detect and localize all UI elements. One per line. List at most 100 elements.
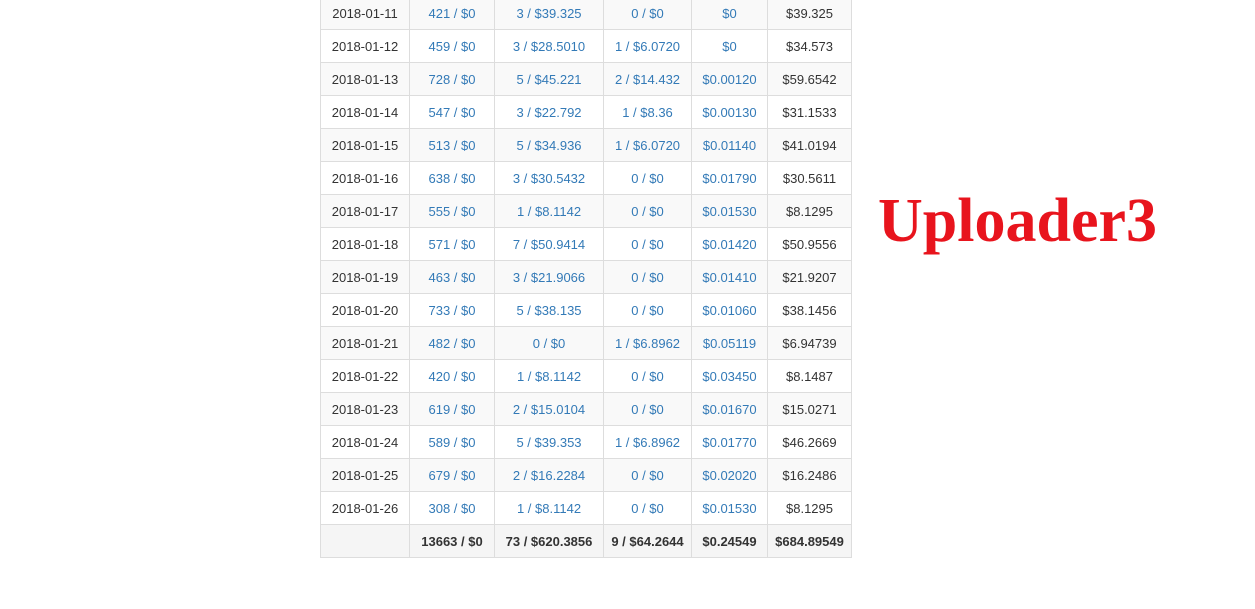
cell-refunds-link[interactable]: 1 / $6.0720 [603,128,692,162]
daily-stats-table: 2018-01-11 421 / $0 3 / $39.325 0 / $0 $0 $39… [320,0,852,558]
cell-date: 2018-01-14 [320,95,410,129]
cell-total: $39.325 [767,0,852,30]
cell-views-link[interactable]: 420 / $0 [409,359,495,393]
cell-total: $30.5611 [767,161,852,195]
cell-total: $59.6542 [767,62,852,96]
cell-views-link[interactable]: 589 / $0 [409,425,495,459]
total-ads: $0.24549 [691,524,768,558]
cell-views-link[interactable]: 513 / $0 [409,128,495,162]
cell-sales-link[interactable]: 0 / $0 [494,326,604,360]
cell-sales-link[interactable]: 7 / $50.9414 [494,227,604,261]
cell-total: $46.2669 [767,425,852,459]
cell-views-link[interactable]: 547 / $0 [409,95,495,129]
cell-total: $21.9207 [767,260,852,294]
cell-ads-link[interactable]: $0.00120 [691,62,768,96]
cell-sales-link[interactable]: 3 / $21.9066 [494,260,604,294]
cell-sales-link[interactable]: 1 / $8.1142 [494,359,604,393]
cell-date: 2018-01-24 [320,425,410,459]
cell-views-link[interactable]: 555 / $0 [409,194,495,228]
cell-ads-link[interactable]: $0.01530 [691,194,768,228]
cell-total: $41.0194 [767,128,852,162]
cell-sales-link[interactable]: 3 / $22.792 [494,95,604,129]
cell-date: 2018-01-19 [320,260,410,294]
cell-date: 2018-01-22 [320,359,410,393]
table-row: 2018-01-21 482 / $0 0 / $0 1 / $6.8962 $0.05… [320,326,852,360]
cell-date: 2018-01-13 [320,62,410,96]
cell-total: $34.573 [767,29,852,63]
cell-sales-link[interactable]: 5 / $34.936 [494,128,604,162]
cell-sales-link[interactable]: 5 / $38.135 [494,293,604,327]
cell-date: 2018-01-17 [320,194,410,228]
table-row: 2018-01-24 589 / $0 5 / $39.353 1 / $6.8962… [320,425,852,459]
cell-views-link[interactable]: 308 / $0 [409,491,495,525]
cell-views-link[interactable]: 619 / $0 [409,392,495,426]
cell-refunds-link[interactable]: 1 / $8.36 [603,95,692,129]
cell-sales-link[interactable]: 3 / $30.5432 [494,161,604,195]
cell-views-link[interactable]: 463 / $0 [409,260,495,294]
table-row: 2018-01-20 733 / $0 5 / $38.135 0 / $0 $0.01… [320,293,852,327]
cell-views-link[interactable]: 638 / $0 [409,161,495,195]
cell-ads-link[interactable]: $0.00130 [691,95,768,129]
cell-date: 2018-01-16 [320,161,410,195]
cell-refunds-link[interactable]: 0 / $0 [603,227,692,261]
total-sales: 73 / $620.3856 [494,524,604,558]
cell-sales-link[interactable]: 1 / $8.1142 [494,491,604,525]
cell-ads-link[interactable]: $0.01420 [691,227,768,261]
table-row: 2018-01-19 463 / $0 3 / $21.9066 0 / $0 $0.0… [320,260,852,294]
cell-total: $31.1533 [767,95,852,129]
cell-refunds-link[interactable]: 0 / $0 [603,194,692,228]
cell-refunds-link[interactable]: 0 / $0 [603,293,692,327]
cell-date: 2018-01-26 [320,491,410,525]
table-row: 2018-01-25 679 / $0 2 / $16.2284 0 / $0 $0.0… [320,458,852,492]
cell-ads-link[interactable]: $0.01670 [691,392,768,426]
cell-sales-link[interactable]: 1 / $8.1142 [494,194,604,228]
cell-ads-link[interactable]: $0.03450 [691,359,768,393]
daily-stats-body: 2018-01-11 421 / $0 3 / $39.325 0 / $0 $0 $39… [320,0,852,558]
cell-ads-link[interactable]: $0.01410 [691,260,768,294]
cell-views-link[interactable]: 733 / $0 [409,293,495,327]
cell-total: $38.1456 [767,293,852,327]
cell-refunds-link[interactable]: 0 / $0 [603,392,692,426]
cell-views-link[interactable]: 571 / $0 [409,227,495,261]
cell-refunds-link[interactable]: 0 / $0 [603,0,692,30]
cell-refunds-link[interactable]: 2 / $14.432 [603,62,692,96]
cell-ads-link[interactable]: $0.01530 [691,491,768,525]
cell-total: $8.1487 [767,359,852,393]
cell-refunds-link[interactable]: 0 / $0 [603,491,692,525]
cell-sales-link[interactable]: 3 / $39.325 [494,0,604,30]
cell-ads-link[interactable]: $0.02020 [691,458,768,492]
cell-sales-link[interactable]: 2 / $16.2284 [494,458,604,492]
cell-ads-link[interactable]: $0.01060 [691,293,768,327]
cell-ads-link[interactable]: $0.01140 [691,128,768,162]
cell-sales-link[interactable]: 2 / $15.0104 [494,392,604,426]
cell-total: $15.0271 [767,392,852,426]
cell-sales-link[interactable]: 5 / $45.221 [494,62,604,96]
cell-views-link[interactable]: 421 / $0 [409,0,495,30]
cell-sales-link[interactable]: 5 / $39.353 [494,425,604,459]
cell-refunds-link[interactable]: 0 / $0 [603,359,692,393]
cell-refunds-link[interactable]: 1 / $6.8962 [603,425,692,459]
cell-ads-link[interactable]: $0.05119 [691,326,768,360]
cell-refunds-link[interactable]: 0 / $0 [603,260,692,294]
cell-ads-link[interactable]: $0.01790 [691,161,768,195]
cell-ads-link[interactable]: $0 [691,0,768,30]
cell-refunds-link[interactable]: 1 / $6.0720 [603,29,692,63]
cell-views-link[interactable]: 728 / $0 [409,62,495,96]
cell-total: $6.94739 [767,326,852,360]
cell-refunds-link[interactable]: 0 / $0 [603,458,692,492]
table-row: 2018-01-18 571 / $0 7 / $50.9414 0 / $0 $0.0… [320,227,852,261]
cell-sales-link[interactable]: 3 / $28.5010 [494,29,604,63]
cell-date: 2018-01-21 [320,326,410,360]
cell-ads-link[interactable]: $0 [691,29,768,63]
table-row: 2018-01-14 547 / $0 3 / $22.792 1 / $8.36 $0… [320,95,852,129]
cell-views-link[interactable]: 482 / $0 [409,326,495,360]
cell-ads-link[interactable]: $0.01770 [691,425,768,459]
cell-refunds-link[interactable]: 1 / $6.8962 [603,326,692,360]
totals-row: 13663 / $0 73 / $620.3856 9 / $64.2644 $0.2… [320,524,852,558]
cell-refunds-link[interactable]: 0 / $0 [603,161,692,195]
cell-views-link[interactable]: 459 / $0 [409,29,495,63]
total-views: 13663 / $0 [409,524,495,558]
table-row: 2018-01-22 420 / $0 1 / $8.1142 0 / $0 $0.03… [320,359,852,393]
cell-total: $50.9556 [767,227,852,261]
cell-views-link[interactable]: 679 / $0 [409,458,495,492]
